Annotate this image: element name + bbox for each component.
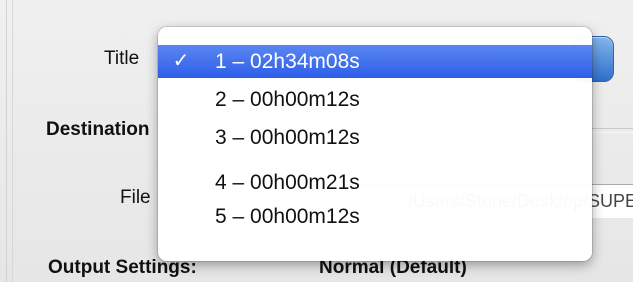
title-menu-item-label: 3 – 00h00m12s [215, 126, 360, 149]
title-menu-item-label: 5 – 00h00m12s [215, 205, 360, 228]
title-menu-item-label: 4 – 00h00m21s [215, 171, 360, 194]
title-menu-item-3[interactable]: 3 – 00h00m12s [158, 121, 592, 154]
title-label: Title [104, 48, 140, 69]
title-menu-item-4[interactable]: 4 – 00h00m21s [158, 166, 592, 199]
file-label: File [120, 187, 151, 208]
title-menu-item-label: 1 – 02h34m08s [215, 50, 360, 73]
title-menu-item-2[interactable]: 2 – 00h00m12s [158, 83, 592, 116]
dialog-panel: Title Destination File /Users/Stone/Desk… [0, 0, 633, 282]
checkmark-icon: ✓ [172, 50, 190, 72]
title-dropdown-menu: ✓ 1 – 02h34m08s 2 – 00h00m12s 3 – 00h00m… [158, 27, 592, 261]
title-menu-item-1[interactable]: ✓ 1 – 02h34m08s [158, 45, 592, 78]
panel-edge [6, 0, 7, 282]
destination-heading: Destination [46, 119, 150, 140]
title-menu-item-label: 2 – 00h00m12s [215, 88, 360, 111]
title-menu-item-5[interactable]: 5 – 00h00m12s [158, 200, 592, 233]
panel-edge-inner [12, 0, 13, 282]
